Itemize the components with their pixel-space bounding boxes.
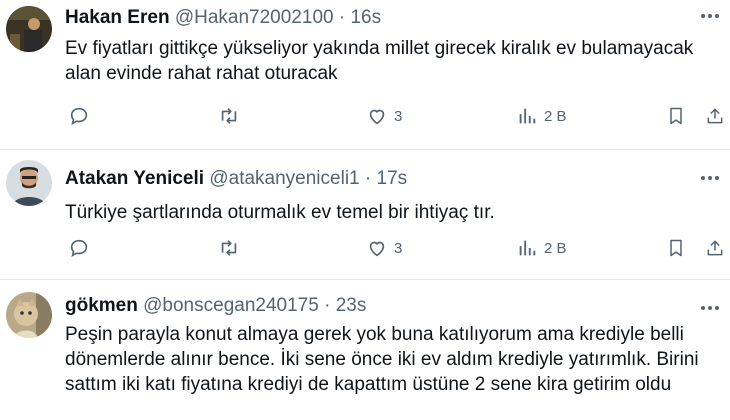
retweet-icon xyxy=(221,240,237,256)
author-name[interactable]: gökmen xyxy=(65,295,138,316)
heart-icon xyxy=(369,109,385,125)
share-button[interactable] xyxy=(705,104,725,128)
tweet-text: Türkiye şartlarında oturmalık ev temel b… xyxy=(65,202,495,223)
reply-button[interactable] xyxy=(68,236,90,260)
heart-icon xyxy=(369,241,385,257)
tweet-text: Peşin parayla konut almaya gerek yok bun… xyxy=(65,324,699,395)
views-button[interactable]: 2 B xyxy=(516,104,567,128)
author-name[interactable]: Atakan Yeniceli xyxy=(65,168,204,189)
author-handle[interactable]: @bonscegan240175 xyxy=(143,295,319,316)
share-icon xyxy=(707,108,723,124)
retweet-icon xyxy=(221,108,237,124)
like-count: 3 xyxy=(394,239,403,257)
separator-dot: · xyxy=(338,7,346,28)
bookmark-button[interactable] xyxy=(666,104,686,128)
retweet-button[interactable] xyxy=(217,236,241,260)
tweet-header: Hakan Eren @Hakan72002100 · 16s xyxy=(65,6,710,30)
share-button[interactable] xyxy=(705,236,725,260)
tweet-3[interactable]: gökmen @bonscegan240175 · 23s Peşin para… xyxy=(0,280,730,420)
reply-icon xyxy=(70,107,88,125)
action-bar: 3 2 B xyxy=(0,236,730,260)
more-icon[interactable] xyxy=(698,4,722,28)
separator-dot: · xyxy=(324,295,331,316)
like-count: 3 xyxy=(394,107,403,125)
avatar[interactable] xyxy=(6,6,52,52)
reply-button[interactable] xyxy=(68,104,90,128)
tweet-1[interactable]: Hakan Eren @Hakan72002100 · 16s Ev fiyat… xyxy=(0,0,730,150)
timestamp[interactable]: 17s xyxy=(377,168,408,189)
like-button[interactable]: 3 xyxy=(366,236,402,260)
tweet-text: Ev fiyatları gittikçe yükseliyor yakında… xyxy=(65,38,694,84)
views-button[interactable]: 2 B xyxy=(516,236,567,260)
avatar[interactable] xyxy=(6,160,52,206)
author-handle[interactable]: @atakanyeniceli1 xyxy=(209,168,359,189)
bookmark-button[interactable] xyxy=(666,236,686,260)
author-name[interactable]: Hakan Eren xyxy=(65,7,170,28)
more-icon[interactable] xyxy=(698,296,722,320)
like-button[interactable]: 3 xyxy=(366,104,402,128)
bookmark-icon xyxy=(670,239,682,257)
views-count: 2 B xyxy=(544,239,567,257)
views-icon xyxy=(519,108,536,124)
views-icon xyxy=(519,240,536,256)
share-icon xyxy=(707,240,723,256)
reply-icon xyxy=(70,239,88,257)
author-handle[interactable]: @Hakan72002100 xyxy=(175,7,334,28)
separator-dot: · xyxy=(364,168,372,189)
action-bar: 3 2 B xyxy=(0,104,730,128)
more-icon[interactable] xyxy=(698,166,722,190)
tweet-header: gökmen @bonscegan240175 · 23s xyxy=(65,294,710,318)
tweet-header: Atakan Yeniceli @atakanyeniceli1 · 17s xyxy=(65,167,710,191)
bookmark-icon xyxy=(670,107,682,125)
avatar[interactable] xyxy=(6,292,52,338)
retweet-button[interactable] xyxy=(217,104,241,128)
tweet-2[interactable]: Atakan Yeniceli @atakanyeniceli1 · 17s T… xyxy=(0,150,730,280)
timestamp[interactable]: 23s xyxy=(336,295,367,316)
timestamp[interactable]: 16s xyxy=(350,7,381,28)
views-count: 2 B xyxy=(544,107,567,125)
